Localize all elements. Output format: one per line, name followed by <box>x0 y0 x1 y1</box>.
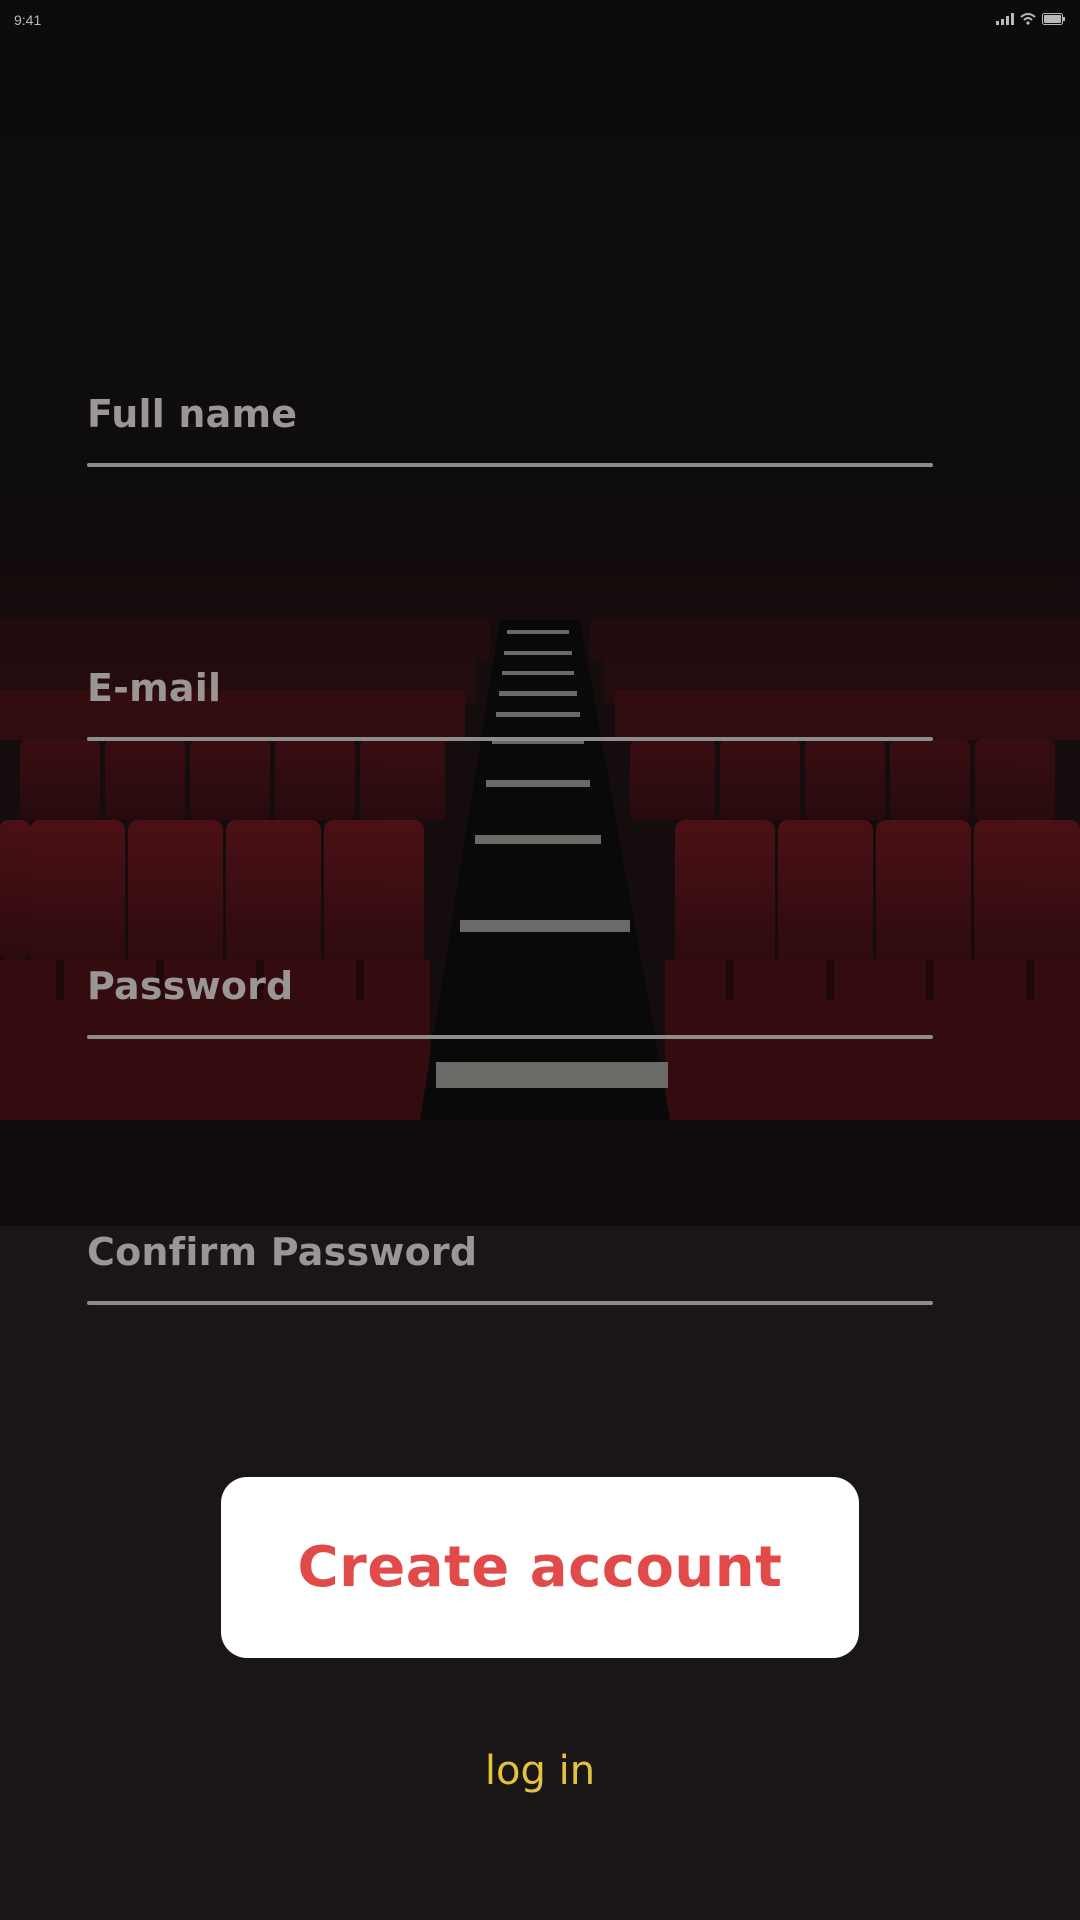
wifi-icon <box>1020 10 1036 29</box>
email-underline <box>87 737 933 741</box>
email-field[interactable]: E-mail <box>87 666 933 746</box>
status-bar: 9:41 <box>0 0 1080 42</box>
create-account-label: Create account <box>297 1535 783 1600</box>
confirm-password-field[interactable]: Confirm Password <box>87 1230 933 1310</box>
email-placeholder: E-mail <box>87 666 222 710</box>
full-name-field[interactable]: Full name <box>87 392 933 472</box>
full-name-underline <box>87 463 933 467</box>
signup-screen: 9:41 Full name E-mail Password Confirm P… <box>0 0 1080 1920</box>
signal-icon <box>996 10 1014 29</box>
login-link[interactable]: log in <box>0 1748 1080 1794</box>
confirm-password-underline <box>87 1301 933 1305</box>
confirm-password-placeholder: Confirm Password <box>87 1230 478 1274</box>
battery-icon <box>1042 10 1066 29</box>
status-time: 9:41 <box>14 12 42 28</box>
password-underline <box>87 1035 933 1039</box>
full-name-placeholder: Full name <box>87 392 298 436</box>
password-field[interactable]: Password <box>87 964 933 1044</box>
create-account-button[interactable]: Create account <box>221 1477 859 1658</box>
password-placeholder: Password <box>87 964 294 1008</box>
status-icons <box>996 10 1066 29</box>
